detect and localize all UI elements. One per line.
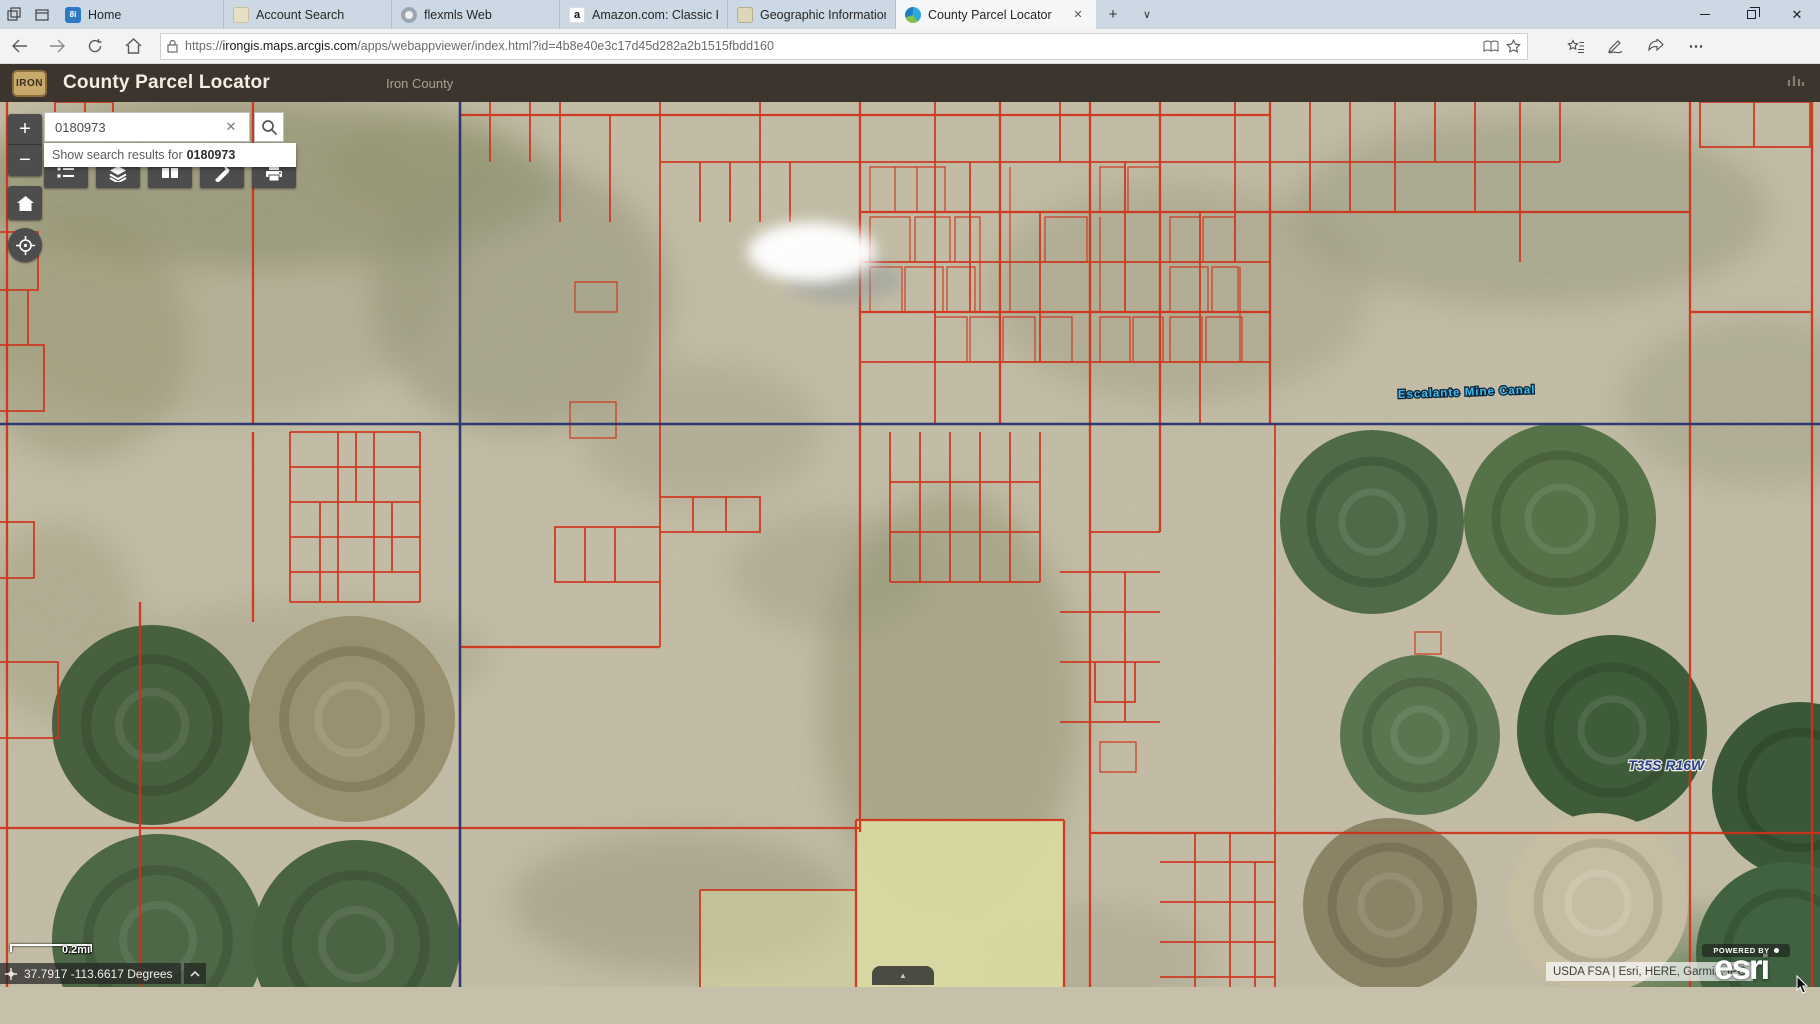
- tab-label: Home: [88, 8, 214, 22]
- my-location-button[interactable]: [8, 228, 42, 262]
- addressbar-actions: ⋯: [1556, 29, 1716, 64]
- app-subtitle: Iron County: [386, 76, 453, 91]
- tab-county-parcel-locator[interactable]: County Parcel Locator ✕: [896, 0, 1096, 29]
- zoom-control: + −: [8, 114, 42, 176]
- clear-search-icon[interactable]: ✕: [220, 116, 242, 138]
- scale-label: 0.2mi: [62, 944, 90, 956]
- search-icon: [261, 119, 278, 136]
- zoom-in-button[interactable]: +: [8, 114, 42, 145]
- home-extent-icon: [17, 196, 34, 211]
- tab-label: County Parcel Locator: [928, 8, 1062, 22]
- tab-favicon: 8i: [65, 7, 81, 23]
- share-icon[interactable]: [1636, 29, 1676, 64]
- tab-preview-icon[interactable]: [28, 0, 56, 29]
- locate-icon: [16, 236, 35, 255]
- url-field[interactable]: https://irongis.maps.arcgis.com/apps/web…: [160, 33, 1528, 60]
- suggestion-term: 0180973: [187, 148, 236, 162]
- map-canvas[interactable]: Escalante Mine Canal T35S R16W: [0, 102, 1820, 987]
- legend-icon: [56, 165, 76, 181]
- map-viewport[interactable]: Escalante Mine Canal T35S R16W: [0, 102, 1820, 987]
- tab-favicon: [233, 7, 249, 23]
- layers-icon: [108, 165, 128, 182]
- township-label: T35S R16W: [1628, 757, 1706, 773]
- search-button[interactable]: [254, 112, 284, 142]
- tab-geographic-info[interactable]: Geographic Information Sys: [728, 0, 896, 29]
- tab-label: Amazon.com: Classic Flame: [592, 8, 718, 22]
- tab-label: Account Search: [256, 8, 382, 22]
- tab-favicon: [737, 7, 753, 23]
- browser-address-bar: https://irongis.maps.arcgis.com/apps/web…: [0, 29, 1820, 64]
- zoom-out-button[interactable]: −: [8, 145, 42, 176]
- tab-favicon: [905, 7, 921, 23]
- app-header: IRON County Parcel Locator Iron County: [0, 64, 1820, 102]
- panel-toggle-icon: ▲: [899, 971, 907, 980]
- forward-icon[interactable]: [38, 29, 76, 64]
- lock-icon: [167, 39, 178, 53]
- basemap-icon: [161, 165, 179, 181]
- minimize-button[interactable]: [1682, 0, 1728, 29]
- iron-county-logo: IRON: [12, 70, 47, 97]
- tab-home[interactable]: 8i Home: [56, 0, 224, 29]
- tab-label: Geographic Information Sys: [760, 8, 886, 22]
- url-text: https://irongis.maps.arcgis.com/apps/web…: [185, 39, 1476, 53]
- header-widget-icon[interactable]: [1786, 72, 1806, 95]
- set-tabs-aside-icon[interactable]: [0, 0, 28, 29]
- search-suggestion[interactable]: Show search results for 0180973: [44, 143, 296, 167]
- home-icon[interactable]: [114, 29, 152, 64]
- add-favorite-star-icon[interactable]: [1506, 39, 1521, 54]
- back-icon[interactable]: [0, 29, 38, 64]
- coordinates-toggle-chevron-icon[interactable]: [184, 963, 206, 984]
- app-title: County Parcel Locator: [63, 72, 270, 94]
- attribute-panel-toggle[interactable]: ▲: [872, 966, 934, 985]
- close-window-button[interactable]: ✕: [1774, 0, 1820, 29]
- suggestion-text: Show search results for: [52, 148, 183, 162]
- coordinates-bar: 37.7917 -113.6617 Degrees: [0, 963, 181, 984]
- measure-icon: [213, 165, 231, 182]
- reading-view-icon[interactable]: [1483, 40, 1499, 53]
- favorites-list-icon[interactable]: [1556, 29, 1596, 64]
- tab-flexmls[interactable]: flexmls Web: [392, 0, 560, 29]
- tab-favicon: [401, 7, 417, 23]
- powered-by-badge: POWERED BY: [1702, 944, 1790, 957]
- home-extent-button[interactable]: [8, 186, 42, 220]
- esri-globe-dot: [1774, 948, 1779, 953]
- mouse-cursor: [1796, 975, 1810, 1000]
- window-controls: ✕: [1682, 0, 1820, 29]
- annotate-pen-icon[interactable]: [1596, 29, 1636, 64]
- tab-favicon: a: [569, 7, 585, 23]
- refresh-icon[interactable]: [76, 29, 114, 64]
- browser-tab-bar: 8i Home Account Search flexmls Web a Ama…: [0, 0, 1820, 29]
- tab-label: flexmls Web: [424, 8, 550, 22]
- coordinates-value: 37.7917 -113.6617 Degrees: [24, 967, 173, 981]
- tab-account-search[interactable]: Account Search: [224, 0, 392, 29]
- powered-by-text: POWERED BY: [1713, 946, 1769, 955]
- print-icon: [264, 165, 284, 182]
- close-tab-icon[interactable]: ✕: [1069, 6, 1087, 24]
- field-parcel: [856, 820, 1064, 987]
- tab-list-chevron-icon[interactable]: ∨: [1130, 0, 1164, 29]
- crosshair-icon[interactable]: [4, 967, 18, 981]
- more-menu-icon[interactable]: ⋯: [1676, 29, 1716, 64]
- new-tab-button[interactable]: +: [1096, 0, 1130, 29]
- tab-amazon[interactable]: a Amazon.com: Classic Flame: [560, 0, 728, 29]
- restore-button[interactable]: [1728, 0, 1774, 29]
- field-parcel: [700, 890, 856, 987]
